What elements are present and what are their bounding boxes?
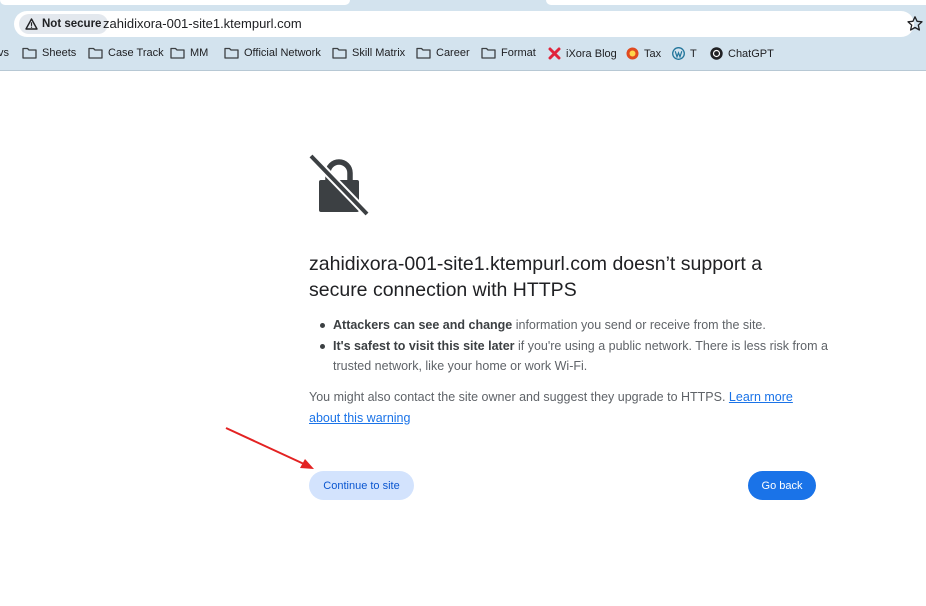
bookmark-official-network[interactable]: Official Network	[224, 47, 321, 59]
browser-tab[interactable]	[546, 0, 926, 5]
bookmark-skill-matrix[interactable]: Skill Matrix	[332, 47, 405, 59]
list-item: Attackers can see and change information…	[320, 315, 843, 336]
security-label: Not secure	[42, 18, 102, 30]
folder-icon	[332, 47, 347, 59]
folder-icon	[170, 47, 185, 59]
page-title: zahidixora-001-site1.ktempurl.com doesn’…	[309, 253, 763, 301]
bookmark-sheets[interactable]: Sheets	[22, 47, 76, 59]
tax-icon	[626, 47, 639, 60]
address-bar-row: Not secure zahidixora-001-site1.ktempurl…	[0, 6, 926, 40]
browser-tab[interactable]	[0, 0, 350, 5]
warning-list: Attackers can see and change information…	[309, 315, 843, 377]
bookmark-tax[interactable]: Tax	[626, 47, 661, 60]
not-secure-chip[interactable]: Not secure	[19, 14, 109, 34]
bookmark-career[interactable]: Career	[416, 47, 470, 59]
chatgpt-icon	[710, 47, 723, 60]
bookmark-t[interactable]: T	[672, 47, 697, 60]
bookmarks-bar: vs Sheets Case Track MM Official Network…	[0, 40, 926, 71]
folder-icon	[88, 47, 103, 59]
bookmark-case-track[interactable]: Case Track	[88, 47, 164, 59]
bookmark-ixora-blog[interactable]: iXora Blog	[548, 47, 617, 60]
list-item: It's safest to visit this site later if …	[320, 336, 843, 377]
folder-icon	[416, 47, 431, 59]
continue-to-site-button[interactable]: Continue to site	[309, 471, 414, 500]
folder-icon	[224, 47, 239, 59]
bookmark-chatgpt[interactable]: ChatGPT	[710, 47, 774, 60]
warning-icon	[25, 18, 38, 30]
folder-icon	[481, 47, 496, 59]
owner-contact-paragraph: You might also contact the site owner an…	[309, 387, 809, 428]
broken-lock-icon	[308, 153, 370, 217]
bookmark-truncated[interactable]: vs	[0, 47, 9, 59]
go-back-button[interactable]: Go back	[748, 471, 816, 500]
address-bar[interactable]: Not secure zahidixora-001-site1.ktempurl…	[14, 11, 923, 37]
ixora-icon	[548, 47, 561, 60]
bookmark-format[interactable]: Format	[481, 47, 536, 59]
bullet-text: information you send or receive from the…	[512, 318, 766, 332]
bookmark-mm[interactable]: MM	[170, 47, 208, 59]
paragraph-text: You might also contact the site owner an…	[309, 390, 729, 404]
wordpress-icon	[672, 47, 685, 60]
bookmark-star-icon[interactable]	[906, 15, 924, 33]
folder-icon	[22, 47, 37, 59]
url-text[interactable]: zahidixora-001-site1.ktempurl.com	[103, 16, 302, 31]
bullet-bold-text: Attackers can see and change	[333, 318, 513, 332]
annotation-arrow-icon	[225, 427, 314, 469]
bullet-bold-text: It's safest to visit this site later	[333, 338, 515, 353]
